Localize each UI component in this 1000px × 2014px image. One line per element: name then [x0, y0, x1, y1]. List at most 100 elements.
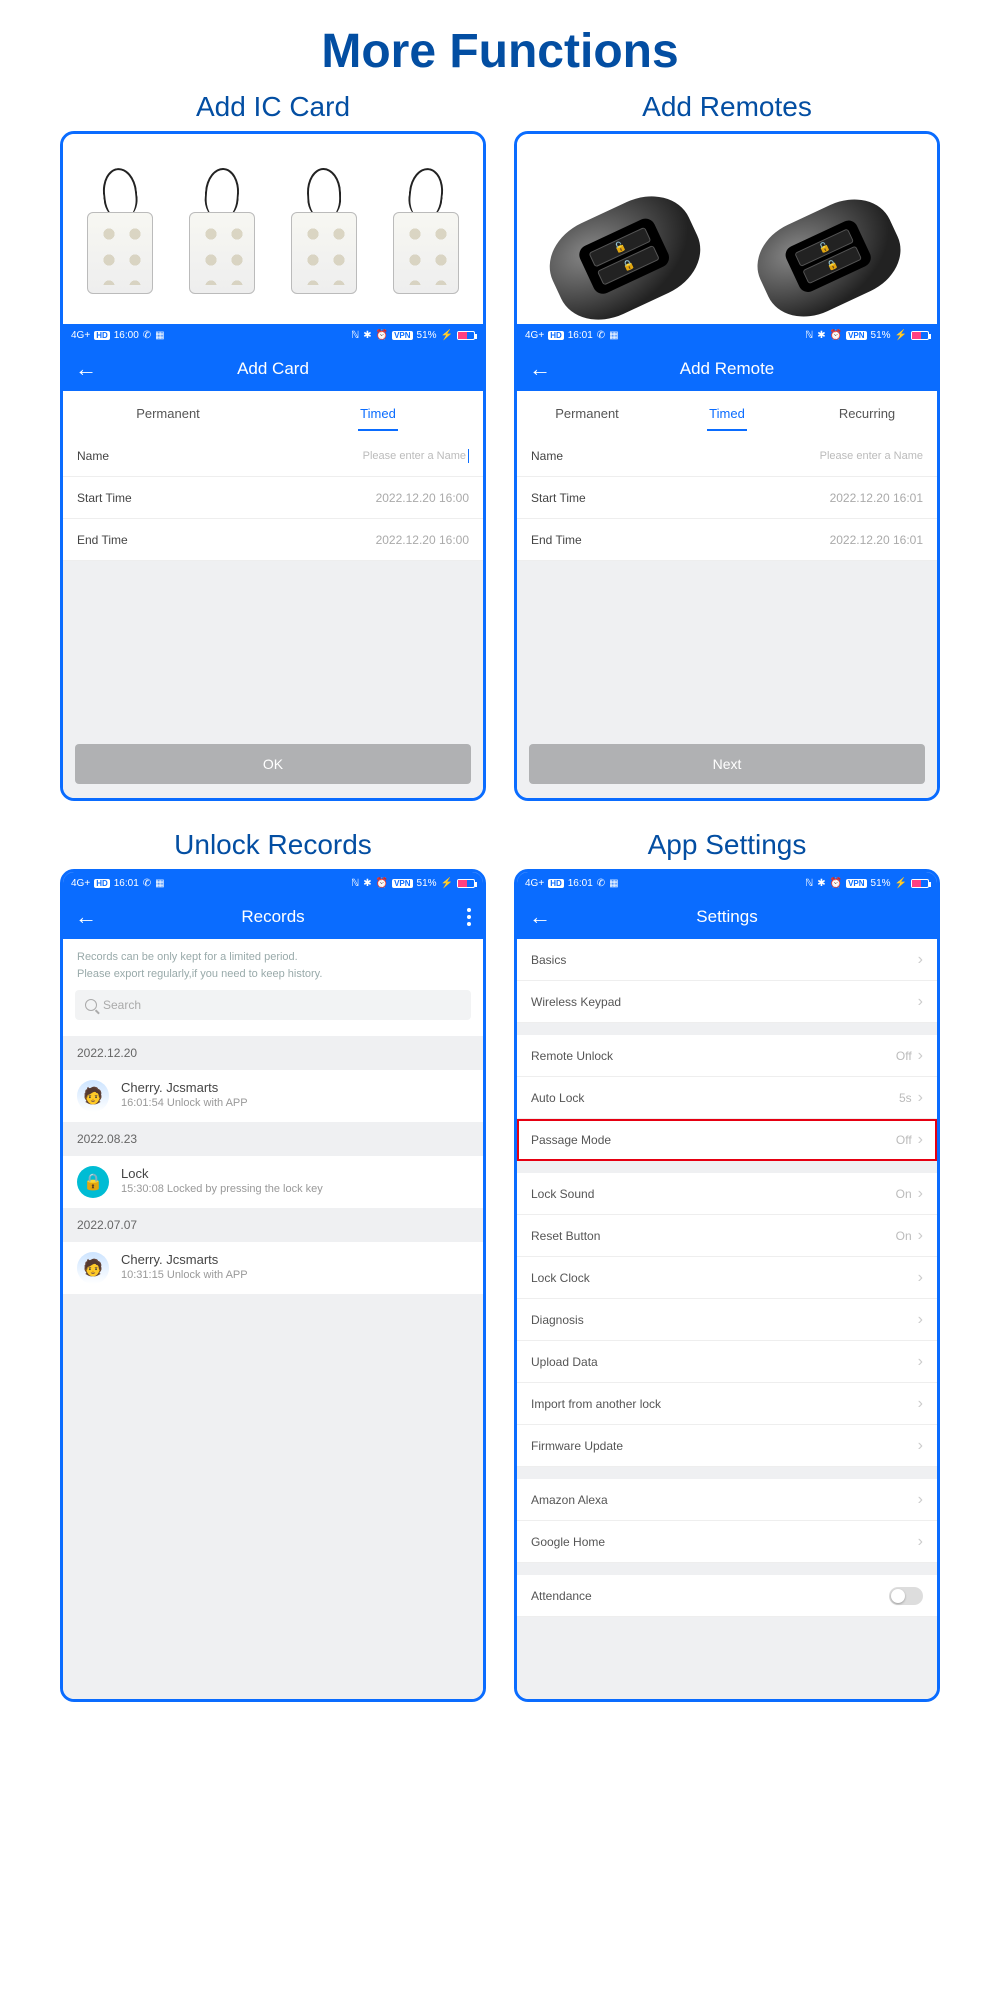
record-detail: 15:30:08 Locked by pressing the lock key: [121, 1183, 323, 1195]
chevron-right-icon: ›: [918, 1395, 923, 1413]
settings-gap: [517, 1467, 937, 1479]
settings-label: Amazon Alexa: [531, 1493, 608, 1507]
settings-label: Wireless Keypad: [531, 995, 621, 1009]
settings-value: ›: [918, 1437, 923, 1455]
ic-card-illustration: [63, 134, 483, 324]
settings-gap: [517, 1023, 937, 1035]
settings-row-auto-lock[interactable]: Auto Lock 5s›: [517, 1077, 937, 1119]
back-icon[interactable]: ←: [75, 906, 97, 928]
record-row[interactable]: 🧑Cherry. Jcsmarts16:01:54 Unlock with AP…: [63, 1070, 483, 1122]
search-icon: [85, 999, 97, 1011]
settings-row-wireless-keypad[interactable]: Wireless Keypad ›: [517, 981, 937, 1023]
start-time-field[interactable]: Start Time 2022.12.20 16:00: [63, 477, 483, 519]
back-icon[interactable]: ←: [75, 358, 97, 380]
back-icon[interactable]: ←: [529, 358, 551, 380]
settings-label: Import from another lock: [531, 1397, 661, 1411]
settings-row-basics[interactable]: Basics ›: [517, 939, 937, 981]
settings-value: ›: [918, 1353, 923, 1371]
settings-label: Attendance: [531, 1589, 592, 1603]
chevron-right-icon: ›: [918, 1047, 923, 1065]
lock-icon: 🔒: [77, 1166, 109, 1198]
end-time-field[interactable]: End Time 2022.12.20 16:01: [517, 519, 937, 561]
name-field[interactable]: Name Please enter a Name: [63, 435, 483, 477]
settings-label: Firmware Update: [531, 1439, 623, 1453]
tab-permanent[interactable]: Permanent: [63, 391, 273, 435]
page-title: More Functions: [0, 0, 1000, 91]
settings-value: On›: [896, 1185, 923, 1203]
settings-value: ›: [918, 1491, 923, 1509]
chevron-right-icon: ›: [918, 1269, 923, 1287]
chevron-right-icon: ›: [918, 951, 923, 969]
status-bar: 4G+HD16:00✆▦ ℕ✱⏰VPN51%⚡: [63, 324, 483, 346]
chevron-right-icon: ›: [918, 993, 923, 1011]
remote-panel: 🔓🔒 🔓🔒 4G+HD16:01✆▦ ℕ✱⏰VPN51%⚡ ← Add Remo…: [514, 131, 940, 801]
settings-row-passage-mode[interactable]: Passage Mode Off›: [517, 1119, 937, 1161]
settings-value: ›: [918, 1533, 923, 1551]
settings-row-diagnosis[interactable]: Diagnosis›: [517, 1299, 937, 1341]
record-row[interactable]: 🔒 Lock 15:30:08 Locked by pressing the loc…: [63, 1156, 483, 1208]
app-header: ← Settings: [517, 894, 937, 939]
record-detail: 10:31:15 Unlock with APP: [121, 1269, 248, 1281]
settings-row-lock-sound[interactable]: Lock SoundOn›: [517, 1173, 937, 1215]
settings-label: Remote Unlock: [531, 1049, 613, 1063]
user-avatar: 🧑: [77, 1252, 109, 1284]
date-header: 2022.08.23: [63, 1122, 483, 1156]
tabs: Permanent Timed Recurring: [517, 391, 937, 435]
end-time-field[interactable]: End Time 2022.12.20 16:00: [63, 519, 483, 561]
settings-label: Basics: [531, 953, 566, 967]
settings-label: Auto Lock: [531, 1091, 584, 1105]
tab-recurring[interactable]: Recurring: [797, 391, 937, 435]
section-title-records: Unlock Records: [60, 829, 486, 861]
section-title-settings: App Settings: [514, 829, 940, 861]
settings-row-upload-data[interactable]: Upload Data›: [517, 1341, 937, 1383]
settings-row-import-from-another-lock[interactable]: Import from another lock ›: [517, 1383, 937, 1425]
start-time-field[interactable]: Start Time 2022.12.20 16:01: [517, 477, 937, 519]
settings-row-lock-clock[interactable]: Lock Clock ›: [517, 1257, 937, 1299]
ic-card-panel: 4G+HD16:00✆▦ ℕ✱⏰VPN51%⚡ ← Add Card Perma…: [60, 131, 486, 801]
settings-label: Google Home: [531, 1535, 605, 1549]
settings-row-firmware-update[interactable]: Firmware Update ›: [517, 1425, 937, 1467]
settings-value: 5s›: [899, 1089, 923, 1107]
app-header: ← Records: [63, 894, 483, 939]
header-title: Records: [63, 907, 483, 927]
settings-row-google-home[interactable]: Google Home ›: [517, 1521, 937, 1563]
app-header: ← Add Remote: [517, 346, 937, 391]
settings-row-remote-unlock[interactable]: Remote Unlock Off›: [517, 1035, 937, 1077]
tab-timed[interactable]: Timed: [273, 391, 483, 435]
date-header: 2022.12.20: [63, 1036, 483, 1070]
settings-value: ›: [918, 951, 923, 969]
header-title: Add Card: [63, 359, 483, 379]
back-icon[interactable]: ←: [529, 906, 551, 928]
chevron-right-icon: ›: [918, 1185, 923, 1203]
record-row[interactable]: 🧑 Cherry. Jcsmarts 10:31:15 Unlock with AP…: [63, 1242, 483, 1294]
header-title: Add Remote: [517, 359, 937, 379]
search-input[interactable]: Search: [75, 990, 471, 1020]
settings-label: Lock Clock: [531, 1271, 590, 1285]
record-detail: 16:01:54 Unlock with APP: [121, 1097, 248, 1109]
chevron-right-icon: ›: [918, 1437, 923, 1455]
section-title-remote: Add Remotes: [514, 91, 940, 123]
settings-value: Off›: [896, 1047, 923, 1065]
settings-row-reset-button[interactable]: Reset ButtonOn›: [517, 1215, 937, 1257]
record-name: Cherry. Jcsmarts: [121, 1252, 248, 1267]
settings-row-attendance[interactable]: Attendance: [517, 1575, 937, 1617]
settings-row-amazon-alexa[interactable]: Amazon Alexa ›: [517, 1479, 937, 1521]
settings-gap: [517, 1161, 937, 1173]
tab-permanent[interactable]: Permanent: [517, 391, 657, 435]
chevron-right-icon: ›: [918, 1089, 923, 1107]
next-button[interactable]: Next: [529, 744, 925, 784]
tabs: Permanent Timed: [63, 391, 483, 435]
toggle[interactable]: [889, 1587, 923, 1605]
ok-button[interactable]: OK: [75, 744, 471, 784]
settings-label: Reset Button: [531, 1229, 600, 1243]
record-name: Lock: [121, 1166, 323, 1181]
settings-label: Diagnosis: [531, 1313, 584, 1327]
name-field[interactable]: Name Please enter a Name: [517, 435, 937, 477]
settings-value: Off›: [896, 1131, 923, 1149]
status-bar: 4G+HD16:01✆▦ ℕ✱⏰VPN51%⚡: [63, 872, 483, 894]
menu-icon[interactable]: [467, 908, 471, 926]
app-header: ← Add Card: [63, 346, 483, 391]
settings-panel: 4G+HD16:01✆▦ ℕ✱⏰VPN51%⚡ ← Settings Basic…: [514, 869, 940, 1702]
tab-timed[interactable]: Timed: [657, 391, 797, 435]
settings-label: Passage Mode: [531, 1133, 611, 1147]
